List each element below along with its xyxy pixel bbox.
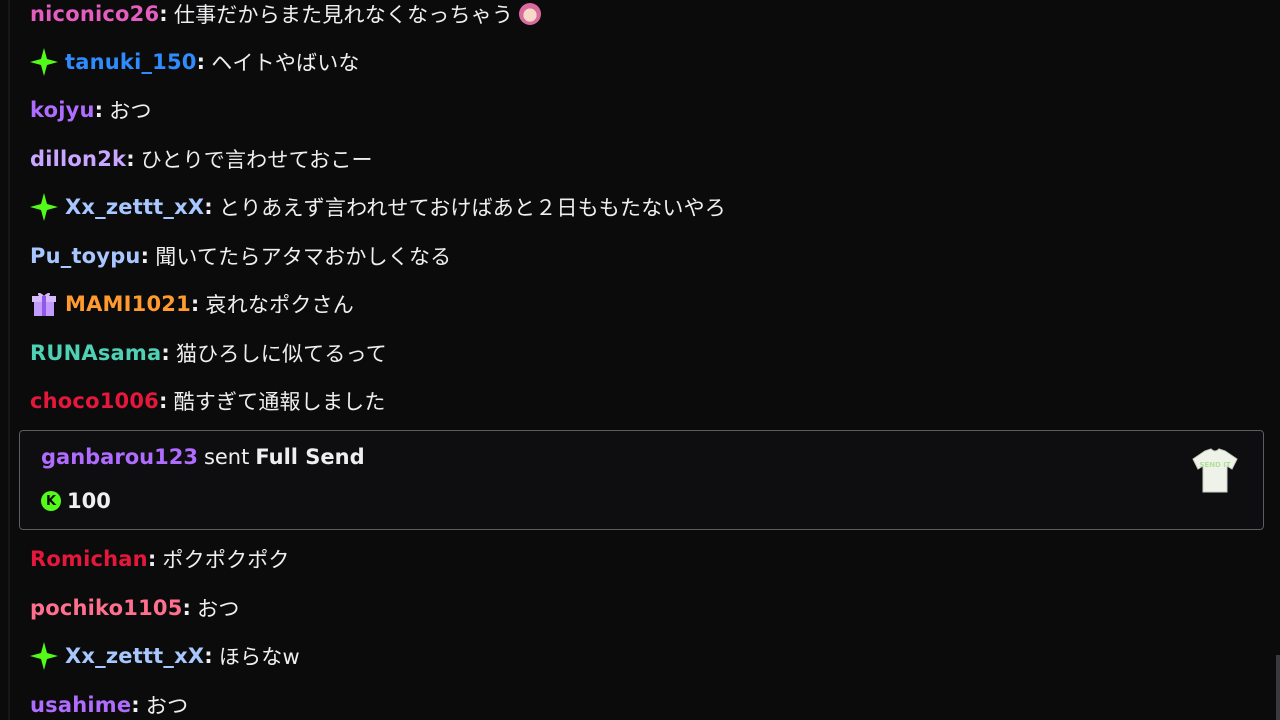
- message-colon: :: [182, 596, 192, 620]
- username[interactable]: Romichan: [30, 547, 148, 571]
- chat-message: Romichan: ポクポクポク: [30, 542, 290, 576]
- chat-message: kojyu: おつ: [30, 93, 152, 127]
- chat-message: pochiko1105: おつ: [30, 591, 240, 625]
- username[interactable]: RUNAsama: [30, 341, 161, 365]
- full-send-shirt-icon: SEND IT: [1189, 445, 1241, 497]
- username[interactable]: choco1006: [30, 389, 159, 413]
- gift-message: ganbarou123 sent Full Send: [41, 445, 365, 469]
- message-colon: :: [147, 547, 157, 571]
- username[interactable]: kojyu: [30, 98, 95, 122]
- scrollbar-thumb[interactable]: [1276, 655, 1280, 720]
- message-colon: :: [161, 341, 170, 365]
- message-text: ほらなw: [218, 645, 300, 669]
- username[interactable]: pochiko1105: [30, 596, 183, 620]
- message-text: 仕事だからまた見れなくなっちゃう: [173, 3, 514, 27]
- message-text: おつ: [109, 99, 152, 123]
- message-text: ひとりで言わせておこー: [140, 148, 373, 172]
- chat-feed: niconico26: 仕事だからまた見れなくなっちゃう tanuki_150: ヘ…: [0, 0, 1280, 720]
- gift-card: ganbarou123 sent Full Send K 100 SEND IT: [19, 430, 1264, 530]
- gift-item-name: Full Send: [255, 445, 365, 469]
- sparkle-icon: [29, 192, 59, 222]
- chat-message: niconico26: 仕事だからまた見れなくなっちゃう: [30, 0, 542, 31]
- message-text: ポクポクポク: [162, 548, 290, 572]
- sparkle-icon: [29, 47, 59, 77]
- gift-amount-value: 100: [67, 489, 111, 513]
- message-colon: :: [131, 693, 140, 717]
- chat-message: Xx_zettt_xX: とりあえず言われせておけばあと２日ももたないやろ: [29, 190, 726, 224]
- kick-coin-icon: K: [41, 491, 61, 511]
- username[interactable]: usahime: [30, 693, 131, 717]
- gift-verb: sent: [203, 445, 250, 469]
- username[interactable]: dillon2k: [30, 147, 126, 171]
- message-text: とりあえず言われせておけばあと２日ももたないやろ: [218, 196, 726, 220]
- chat-message: usahime: おつ: [30, 688, 188, 720]
- crying-face-emote: [519, 3, 542, 25]
- gift-sender[interactable]: ganbarou123: [41, 445, 198, 469]
- username[interactable]: Xx_zettt_xX: [65, 195, 204, 219]
- message-text: 猫ひろしに似てるって: [175, 342, 387, 366]
- message-colon: :: [158, 389, 168, 413]
- chat-message: Xx_zettt_xX: ほらなw: [29, 639, 300, 673]
- message-colon: :: [204, 195, 213, 219]
- message-text: おつ: [145, 694, 189, 718]
- gift-icon: [29, 289, 59, 319]
- chat-message: dillon2k: ひとりで言わせておこー: [30, 142, 373, 176]
- shirt-print-text: SEND IT: [1199, 461, 1231, 469]
- message-colon: :: [204, 644, 213, 668]
- chat-message: MAMI1021: 哀れなポクさん: [29, 287, 354, 321]
- chat-message: tanuki_150: ヘイトやばいな: [29, 45, 360, 79]
- username[interactable]: tanuki_150: [65, 50, 197, 74]
- message-colon: :: [196, 50, 206, 74]
- message-text: 酷すぎて通報しました: [173, 390, 386, 414]
- username[interactable]: Pu_toypu: [30, 244, 141, 268]
- username[interactable]: MAMI1021: [65, 292, 191, 316]
- username[interactable]: Xx_zettt_xX: [65, 644, 204, 668]
- message-colon: :: [126, 147, 135, 171]
- sparkle-icon: [29, 641, 59, 671]
- gift-amount: K 100: [41, 489, 111, 513]
- message-text: 聞いてたらアタマおかしくなる: [155, 245, 452, 269]
- message-colon: :: [159, 2, 168, 26]
- chat-message: RUNAsama: 猫ひろしに似てるって: [30, 336, 387, 370]
- message-colon: :: [140, 244, 150, 268]
- message-text: おつ: [197, 597, 240, 621]
- chat-message: Pu_toypu: 聞いてたらアタマおかしくなる: [30, 239, 451, 273]
- message-colon: :: [94, 98, 104, 122]
- message-text: 哀れなポクさん: [205, 293, 354, 317]
- message-text: ヘイトやばいな: [211, 51, 360, 75]
- message-colon: :: [190, 292, 200, 316]
- chat-message: choco1006: 酷すぎて通報しました: [30, 384, 386, 418]
- username[interactable]: niconico26: [30, 2, 159, 26]
